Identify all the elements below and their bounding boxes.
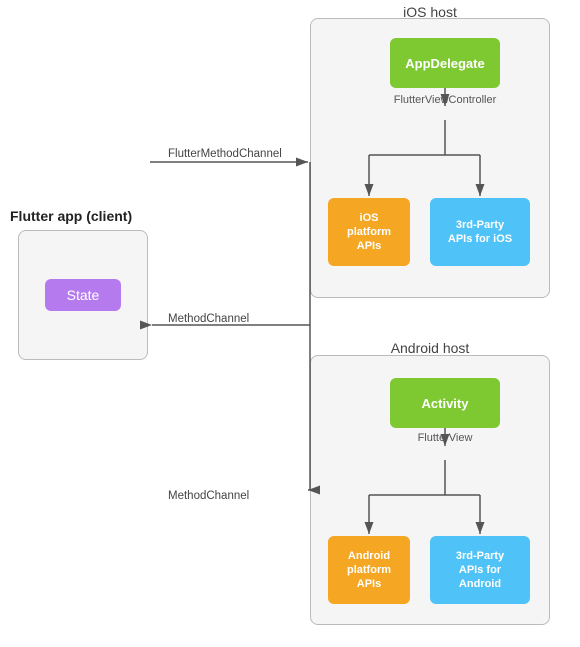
flutter-client-box: State [18, 230, 148, 360]
ios-apis-label: iOSplatformAPIs [347, 211, 391, 254]
android-apis-label: AndroidplatformAPIs [347, 549, 391, 592]
app-delegate-label: AppDelegate [405, 56, 484, 71]
android-3rdparty-box: 3rd-PartyAPIs forAndroid [430, 536, 530, 604]
diagram-container: Flutter app (client) State iOS host AppD… [0, 0, 580, 647]
ios-host-label: iOS host [310, 4, 550, 20]
activity-box: Activity [390, 378, 500, 428]
android-apis-box: AndroidplatformAPIs [328, 536, 410, 604]
ios-3rdparty-box: 3rd-PartyAPIs for iOS [430, 198, 530, 266]
state-box: State [45, 279, 122, 311]
flutter-method-channel-label: FlutterMethodChannel [168, 148, 282, 160]
ios-3rdparty-label: 3rd-PartyAPIs for iOS [448, 218, 512, 247]
flutter-view-controller-label: FlutterViewController [390, 94, 500, 106]
method-channel-1-label: MethodChannel [168, 313, 249, 325]
ios-apis-box: iOSplatformAPIs [328, 198, 410, 266]
method-channel-2-label: MethodChannel [168, 490, 249, 502]
android-host-label: Android host [310, 340, 550, 356]
flutter-client-label: Flutter app (client) [10, 208, 132, 224]
activity-label: Activity [422, 396, 469, 411]
flutter-view-label: FlutterView [390, 432, 500, 444]
app-delegate-box: AppDelegate [390, 38, 500, 88]
android-3rdparty-label: 3rd-PartyAPIs forAndroid [456, 549, 504, 592]
